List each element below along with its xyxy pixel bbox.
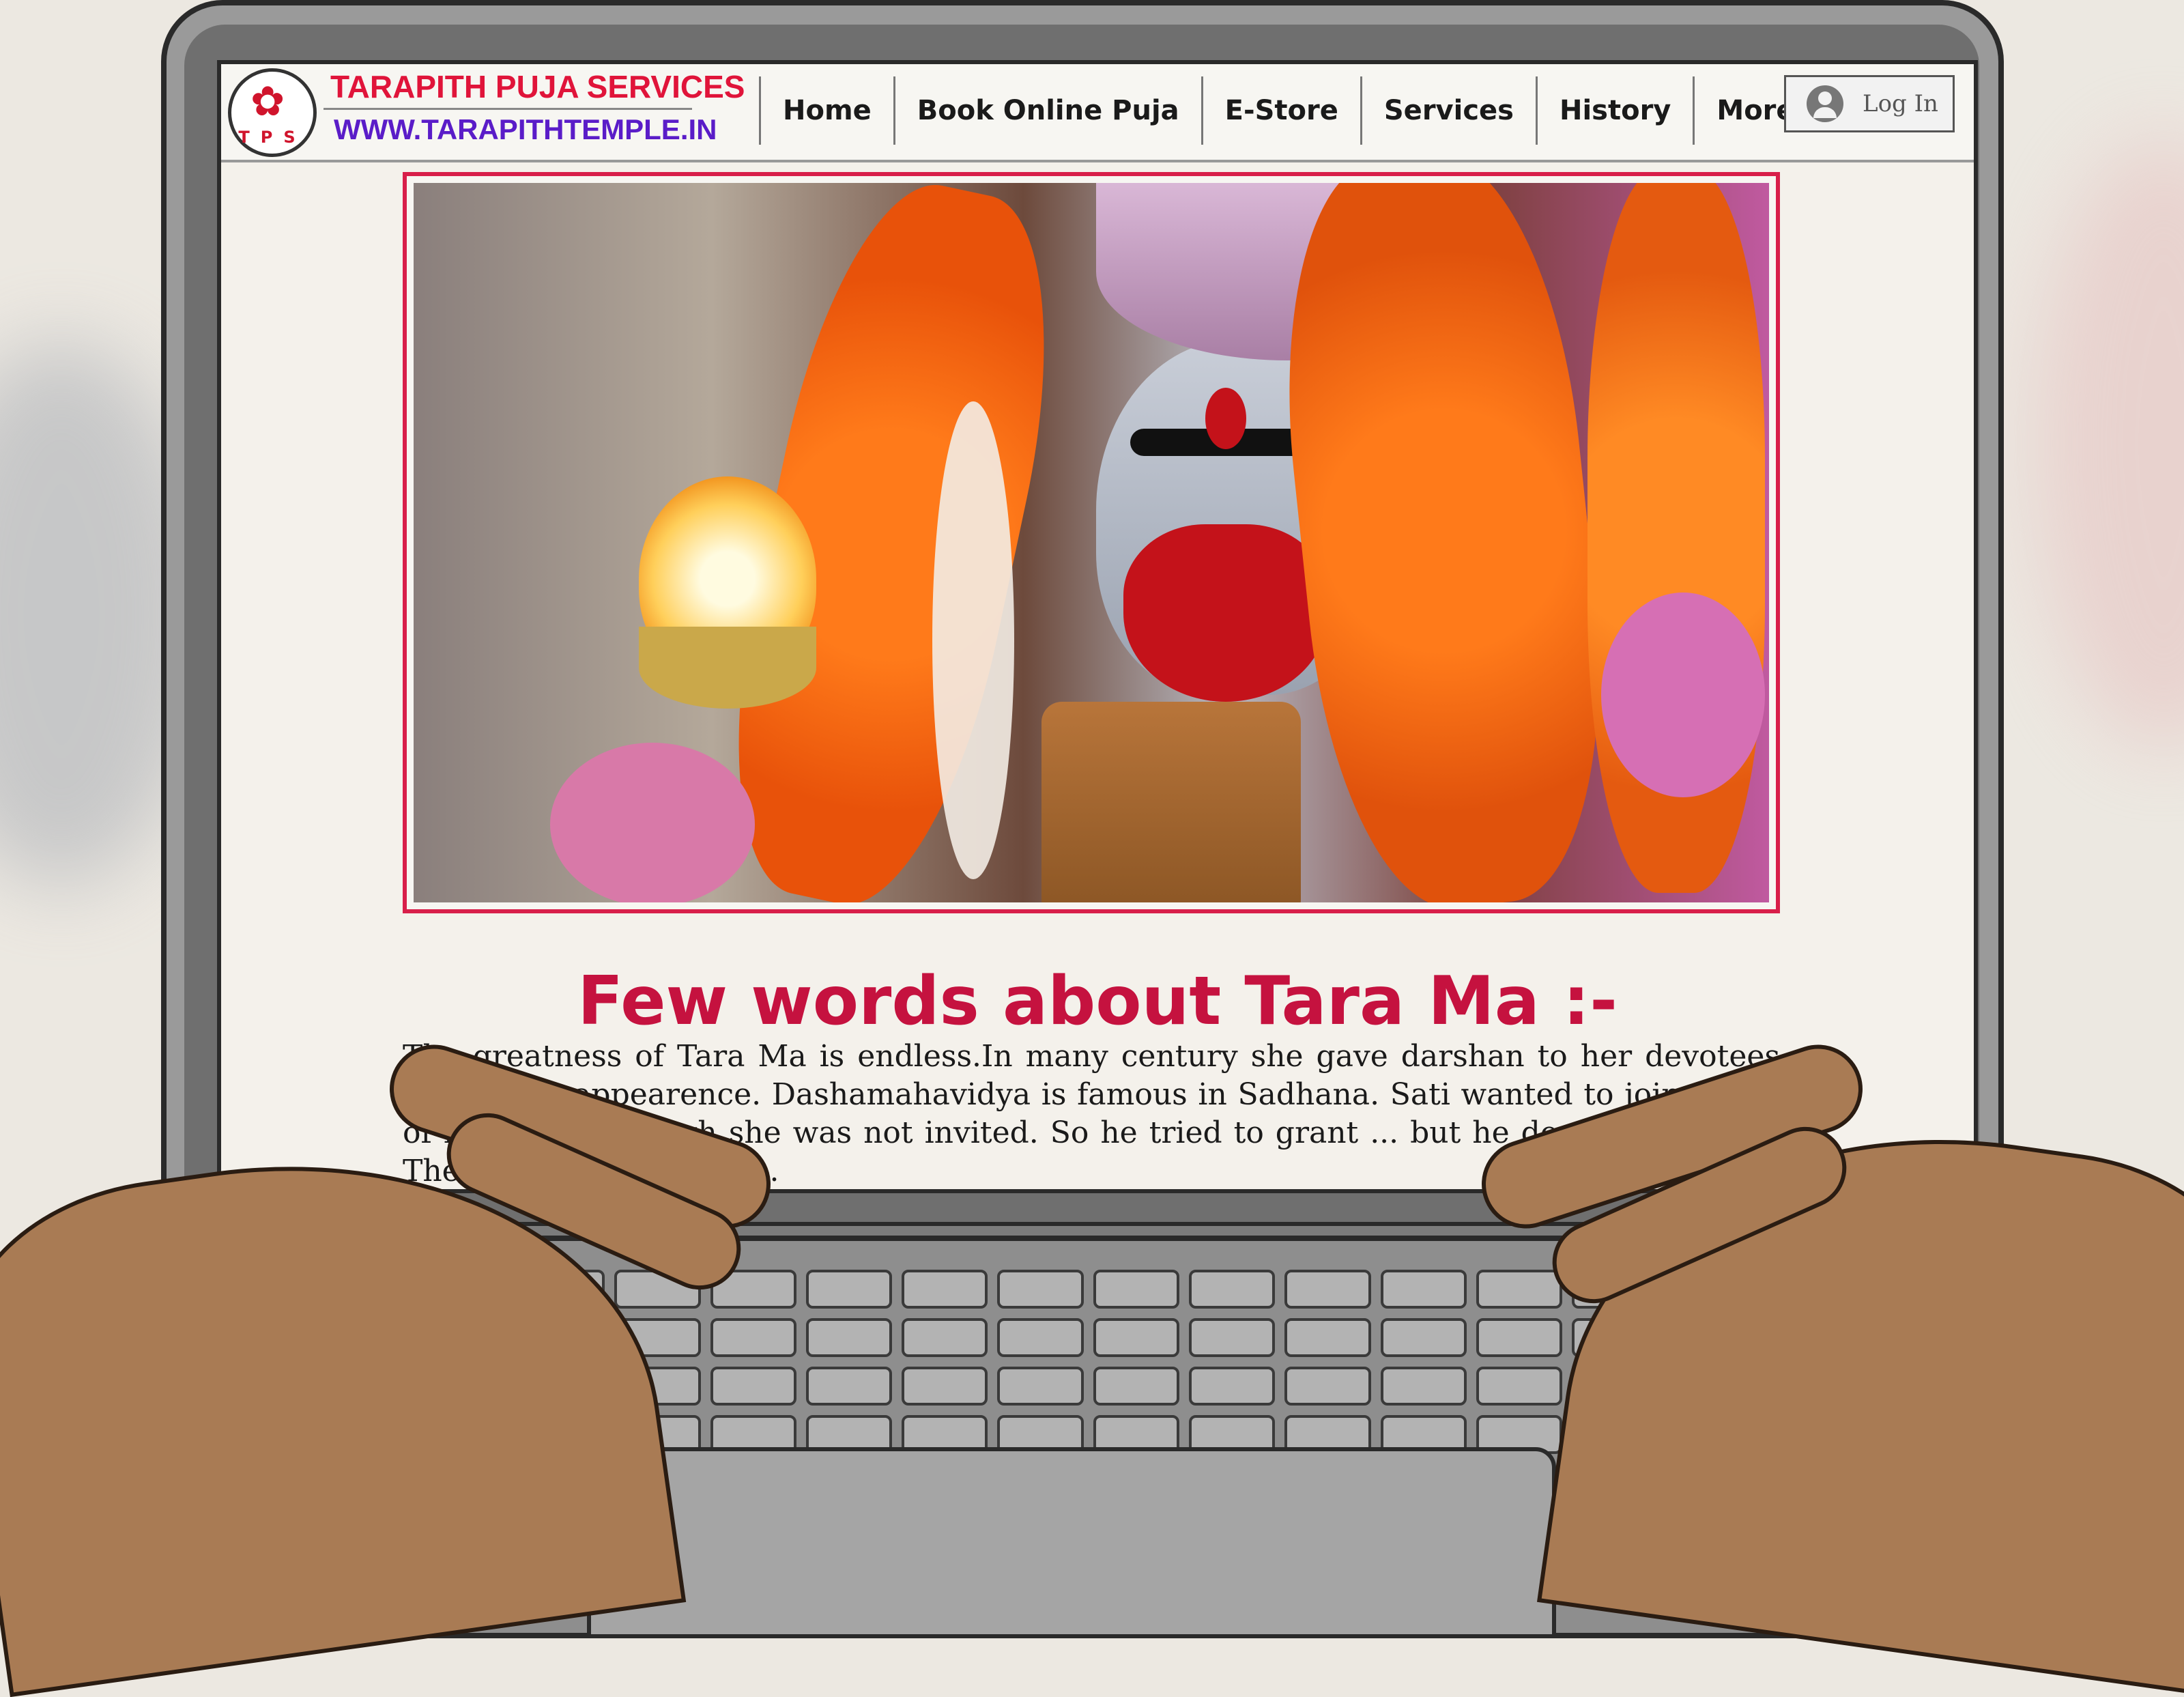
white-flower-garland xyxy=(932,401,1014,879)
hero-image-frame xyxy=(403,172,1780,913)
brand-divider xyxy=(324,108,692,110)
keyboard-key[interactable] xyxy=(1380,1270,1467,1309)
idol-saree xyxy=(1041,702,1301,902)
main-nav: Home Book Online Puja E-Store Services H… xyxy=(759,76,1817,145)
keyboard-key[interactable] xyxy=(805,1367,893,1406)
keyboard-key[interactable] xyxy=(1093,1270,1179,1309)
user-avatar-icon xyxy=(1807,85,1843,122)
keyboard-key[interactable] xyxy=(1188,1367,1276,1406)
keyboard-key[interactable] xyxy=(902,1270,988,1309)
login-button[interactable]: Log In xyxy=(1784,75,1955,132)
keyboard-key[interactable] xyxy=(805,1318,893,1357)
laptop-screen: ✿ TPS TARAPITH PUJA SERVICES WWW.TARAPIT… xyxy=(217,60,1978,1193)
keyboard-key[interactable] xyxy=(997,1318,1084,1357)
nav-item-book-online-puja[interactable]: Book Online Puja xyxy=(893,76,1201,145)
keyboard-key[interactable] xyxy=(1093,1367,1179,1406)
keyboard-key[interactable] xyxy=(1284,1318,1371,1357)
marigold-garland-right xyxy=(1262,183,1626,902)
nav-item-history[interactable]: History xyxy=(1535,76,1693,145)
brass-lamp xyxy=(639,627,816,709)
site-logo[interactable]: ✿ TPS xyxy=(228,68,317,157)
nav-item-e-store[interactable]: E-Store xyxy=(1201,76,1360,145)
brand-title[interactable]: TARAPITH PUJA SERVICES xyxy=(330,68,745,105)
trackpad[interactable] xyxy=(587,1447,1556,1638)
site-header: ✿ TPS TARAPITH PUJA SERVICES WWW.TARAPIT… xyxy=(221,64,1974,162)
idol-tilak xyxy=(1205,388,1246,449)
keyboard-key[interactable] xyxy=(710,1318,796,1357)
tara-ma-idol-photo[interactable] xyxy=(414,183,1769,902)
keyboard-key[interactable] xyxy=(1188,1270,1276,1309)
keyboard-key[interactable] xyxy=(902,1367,988,1406)
keyboard-key[interactable] xyxy=(1284,1270,1371,1309)
lotus-right xyxy=(1601,593,1765,797)
keyboard-key[interactable] xyxy=(1284,1367,1371,1406)
login-label: Log In xyxy=(1863,90,1938,117)
keyboard-key[interactable] xyxy=(805,1270,893,1309)
keyboard-key[interactable] xyxy=(997,1270,1084,1309)
keyboard-key[interactable] xyxy=(1380,1367,1467,1406)
keyboard-key[interactable] xyxy=(710,1367,796,1406)
keyboard-key[interactable] xyxy=(1476,1270,1563,1309)
keyboard-key[interactable] xyxy=(902,1318,988,1357)
wall-blur-right xyxy=(2034,137,2184,751)
keyboard-key[interactable] xyxy=(1380,1318,1467,1357)
keyboard-key[interactable] xyxy=(997,1367,1084,1406)
keyboard-key[interactable] xyxy=(1188,1318,1276,1357)
nav-item-services[interactable]: Services xyxy=(1360,76,1536,145)
brand-url[interactable]: WWW.TARAPITHTEMPLE.IN xyxy=(334,113,717,146)
lotus-bottom-left xyxy=(550,743,755,902)
hibiscus-icon: ✿ xyxy=(250,78,285,126)
idol-tongue xyxy=(1123,524,1328,702)
keyboard-key[interactable] xyxy=(1093,1318,1179,1357)
keyboard-key[interactable] xyxy=(1476,1367,1563,1406)
logo-initials: TPS xyxy=(238,128,306,147)
article-heading: Few words about Tara Ma :- xyxy=(577,962,1618,1040)
nav-item-home[interactable]: Home xyxy=(759,76,893,145)
keyboard-key[interactable] xyxy=(1476,1318,1563,1357)
